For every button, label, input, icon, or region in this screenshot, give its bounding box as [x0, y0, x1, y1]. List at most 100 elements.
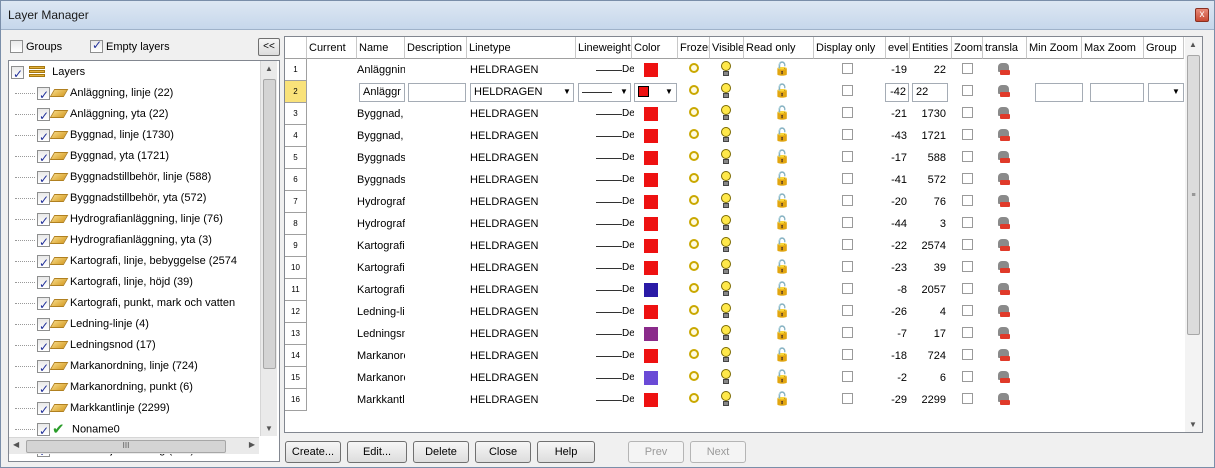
tree-item-checkbox[interactable] — [37, 106, 50, 127]
lineweight-cell[interactable]: De — [622, 323, 634, 345]
tree-root[interactable]: Layers — [11, 62, 85, 85]
column-header-group[interactable]: Group — [1144, 37, 1184, 59]
display-only-checkbox[interactable] — [842, 349, 853, 360]
lock-icon[interactable]: 🔓 — [774, 370, 790, 384]
display-only-checkbox[interactable] — [842, 63, 853, 74]
tree-item-checkbox[interactable] — [37, 379, 50, 400]
layer-name-cell[interactable]: Anläggnin — [357, 59, 405, 81]
lock-icon[interactable]: 🔓 — [774, 194, 790, 208]
lightbulb-icon[interactable] — [720, 281, 732, 297]
tree-item-checkbox[interactable] — [37, 337, 50, 358]
eraser-icon[interactable] — [997, 173, 1011, 187]
linetype-select[interactable]: HELDRAGEN — [470, 83, 574, 102]
layer-name-cell[interactable]: Byggnad, — [357, 125, 405, 147]
tree-item[interactable]: Markanordning, punkt (6) — [15, 377, 193, 400]
lineweight-cell[interactable]: De — [622, 147, 634, 169]
lock-icon[interactable]: 🔓 — [774, 238, 790, 252]
color-swatch[interactable] — [644, 239, 658, 253]
tree-item[interactable]: Anläggning, yta (22) — [15, 104, 168, 127]
layer-name-cell[interactable]: Hydrograf — [357, 213, 405, 235]
lineweight-cell[interactable]: De — [622, 191, 634, 213]
sun-icon[interactable] — [689, 195, 699, 205]
tree-item-checkbox[interactable] — [37, 421, 50, 442]
column-header-linetype[interactable]: Linetype — [467, 37, 576, 59]
tree-item[interactable]: Byggnadstillbehör, linje (588) — [15, 167, 211, 190]
linetype-cell[interactable]: HELDRAGEN — [470, 367, 570, 389]
tree-item-checkbox[interactable] — [37, 295, 50, 316]
zoom-checkbox[interactable] — [962, 349, 973, 360]
lineweight-cell[interactable]: De — [622, 59, 634, 81]
column-header-lineweight[interactable]: Lineweight — [576, 37, 632, 59]
color-swatch[interactable] — [644, 217, 658, 231]
level-edit-field[interactable]: -42 — [885, 83, 909, 102]
layer-name-cell[interactable]: Markanorc — [357, 367, 405, 389]
color-swatch[interactable] — [644, 371, 658, 385]
lightbulb-icon[interactable] — [720, 325, 732, 341]
color-swatch[interactable] — [644, 173, 658, 187]
column-header-color[interactable]: Color — [632, 37, 678, 59]
scroll-thumb[interactable] — [263, 79, 276, 369]
display-only-checkbox[interactable] — [842, 305, 853, 316]
row-header[interactable]: 8 — [285, 213, 307, 235]
row-header[interactable]: 5 — [285, 147, 307, 169]
display-only-checkbox[interactable] — [842, 85, 853, 96]
empty-layers-checkbox[interactable] — [90, 38, 103, 53]
linetype-cell[interactable]: HELDRAGEN — [470, 213, 570, 235]
column-header-entities[interactable]: Entities — [910, 37, 952, 59]
row-header[interactable]: 3 — [285, 103, 307, 125]
lightbulb-icon[interactable] — [720, 369, 732, 385]
zoom-checkbox[interactable] — [962, 239, 973, 250]
tree-item-checkbox[interactable] — [37, 127, 50, 148]
sun-icon[interactable] — [689, 305, 699, 315]
linetype-cell[interactable]: HELDRAGEN — [470, 169, 570, 191]
tree-item[interactable]: Hydrografianläggning, linje (76) — [15, 209, 223, 232]
row-header[interactable]: 4 — [285, 125, 307, 147]
display-only-checkbox[interactable] — [842, 129, 853, 140]
lightbulb-icon[interactable] — [720, 259, 732, 275]
linetype-cell[interactable]: HELDRAGEN — [470, 125, 570, 147]
sun-icon[interactable] — [689, 129, 699, 139]
eraser-icon[interactable] — [997, 63, 1011, 77]
sun-icon[interactable] — [689, 393, 699, 403]
create-button[interactable]: Create... — [285, 441, 341, 463]
level-cell[interactable]: -29 — [885, 389, 907, 411]
tree-horizontal-scrollbar[interactable]: ◀ III ▶ — [9, 437, 259, 454]
level-cell[interactable]: -44 — [885, 213, 907, 235]
scroll-down-icon[interactable]: ▼ — [1189, 420, 1197, 429]
tree-item-checkbox[interactable] — [37, 148, 50, 169]
eraser-icon[interactable] — [997, 85, 1011, 99]
eraser-icon[interactable] — [997, 371, 1011, 385]
tree-item-checkbox[interactable] — [37, 253, 50, 274]
lineweight-cell[interactable]: De — [622, 169, 634, 191]
column-header-current[interactable]: Current — [307, 37, 357, 59]
eraser-icon[interactable] — [997, 129, 1011, 143]
color-swatch[interactable] — [644, 107, 658, 121]
lineweight-cell[interactable]: De — [622, 389, 634, 411]
lightbulb-icon[interactable] — [720, 105, 732, 121]
column-header-level[interactable]: evel — [886, 37, 910, 59]
lightbulb-icon[interactable] — [720, 303, 732, 319]
zoom-checkbox[interactable] — [962, 371, 973, 382]
column-header-display-only[interactable]: Display only — [814, 37, 886, 59]
linetype-cell[interactable]: HELDRAGEN — [470, 191, 570, 213]
tree-item-checkbox[interactable] — [37, 400, 50, 421]
level-cell[interactable]: -26 — [885, 301, 907, 323]
lineweight-cell[interactable]: De — [622, 213, 634, 235]
lineweight-cell[interactable]: De — [622, 257, 634, 279]
tree-item[interactable]: Byggnad, linje (1730) — [15, 125, 174, 148]
layer-name-cell[interactable]: Byggnads — [357, 169, 405, 191]
row-header[interactable]: 1 — [285, 59, 307, 81]
zoom-checkbox[interactable] — [962, 283, 973, 294]
eraser-icon[interactable] — [997, 195, 1011, 209]
linetype-cell[interactable]: HELDRAGEN — [470, 235, 570, 257]
help-button[interactable]: Help — [537, 441, 595, 463]
lock-icon[interactable]: 🔓 — [774, 260, 790, 274]
linetype-cell[interactable]: HELDRAGEN — [470, 147, 570, 169]
zoom-checkbox[interactable] — [962, 305, 973, 316]
tree-item-checkbox[interactable] — [37, 85, 50, 106]
scroll-thumb[interactable]: ≡ — [1187, 55, 1200, 335]
scroll-right-icon[interactable]: ▶ — [249, 440, 255, 449]
eraser-icon[interactable] — [997, 239, 1011, 253]
lock-icon[interactable]: 🔓 — [774, 172, 790, 186]
layer-name-cell[interactable]: Kartografi — [357, 257, 405, 279]
